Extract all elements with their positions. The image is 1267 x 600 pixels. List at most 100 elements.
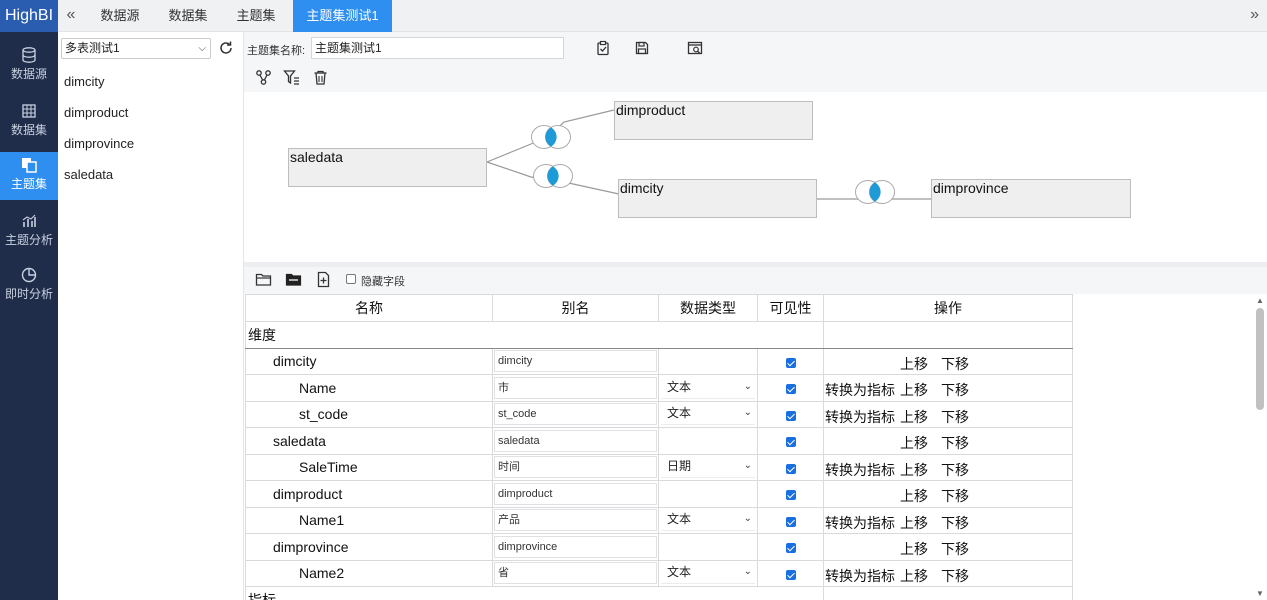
tab-subject-set-test1[interactable]: 主题集测试1 <box>293 0 392 32</box>
clipboard-check-icon[interactable] <box>595 40 611 56</box>
alias-input[interactable]: saledata <box>494 429 657 452</box>
move-down-button[interactable]: 下移 <box>941 566 969 586</box>
field-name: Name2 <box>245 559 493 587</box>
convert-to-measure-button[interactable]: 转换为指标 <box>825 407 895 427</box>
diagram-node[interactable]: dimprovince <box>931 179 1131 218</box>
data-type-select[interactable]: 文本 ⌄ <box>661 403 755 426</box>
nav-item-subject-analysis[interactable]: 主题分析 <box>0 208 58 256</box>
trash-icon[interactable] <box>312 69 329 86</box>
move-down-button[interactable]: 下移 <box>941 433 969 453</box>
file-add-icon[interactable] <box>315 271 332 288</box>
nav-item-subject-set[interactable]: 主题集 <box>0 152 58 200</box>
nav-item-datasource[interactable]: 数据源 <box>0 42 58 90</box>
alias-input[interactable]: 省 <box>494 562 657 585</box>
subject-set-name-input[interactable]: 主题集测试1 <box>311 37 564 59</box>
move-up-button[interactable]: 上移 <box>900 486 928 506</box>
move-up-button[interactable]: 上移 <box>900 407 928 427</box>
tab-dataset[interactable]: 数据集 <box>156 0 220 32</box>
move-up-button[interactable]: 上移 <box>900 354 928 374</box>
alias-cell: 市 <box>492 374 659 402</box>
move-down-button[interactable]: 下移 <box>941 486 969 506</box>
list-item[interactable]: dimcity <box>64 74 104 89</box>
data-type-select[interactable]: 文本 ⌄ <box>661 377 755 399</box>
grid-scrollbar[interactable]: ▲ ▼ <box>1253 294 1267 600</box>
alias-input[interactable]: 产品 <box>494 509 657 532</box>
chevron-down-icon: ⌄ <box>743 566 752 578</box>
visible-checkbox[interactable] <box>785 410 796 421</box>
list-item[interactable]: dimproduct <box>64 105 128 120</box>
visible-checkbox[interactable] <box>785 463 796 474</box>
move-down-button[interactable]: 下移 <box>941 407 969 427</box>
nav-item-instant-analysis[interactable]: 即时分析 <box>0 262 58 310</box>
data-type-select[interactable]: 文本 ⌄ <box>661 509 755 532</box>
field-name: Name <box>245 374 493 402</box>
move-down-button[interactable]: 下移 <box>941 380 969 400</box>
move-up-button[interactable]: 上移 <box>900 433 928 453</box>
move-up-button[interactable]: 上移 <box>900 380 928 400</box>
scroll-down-icon[interactable]: ▼ <box>1256 589 1264 598</box>
ops-cell: 转换为指标 上移 下移 <box>823 374 1073 402</box>
type-cell <box>658 533 758 561</box>
move-down-button[interactable]: 下移 <box>941 513 969 533</box>
visible-checkbox[interactable] <box>785 516 796 527</box>
type-cell: 日期 ⌄ <box>658 453 758 481</box>
list-item[interactable]: dimprovince <box>64 136 134 151</box>
alias-input[interactable]: dimcity <box>494 350 657 373</box>
alias-input[interactable]: 时间 <box>494 456 657 479</box>
tab-subject-set[interactable]: 主题集 <box>224 0 288 32</box>
alias-input[interactable]: 市 <box>494 376 657 399</box>
move-down-button[interactable]: 下移 <box>941 460 969 480</box>
inner-join-icon[interactable] <box>532 163 574 189</box>
tab-datasource[interactable]: 数据源 <box>88 0 152 32</box>
collapse-sidebar-icon[interactable]: « <box>63 0 79 32</box>
move-up-button[interactable]: 上移 <box>900 460 928 480</box>
hide-fields-checkbox[interactable] <box>346 274 356 284</box>
folder-open-icon[interactable] <box>255 271 272 288</box>
visible-checkbox[interactable] <box>785 384 796 395</box>
convert-to-measure-button[interactable]: 转换为指标 <box>825 380 895 400</box>
nav-item-dataset[interactable]: 数据集 <box>0 98 58 146</box>
expand-tabs-icon[interactable]: » <box>1250 0 1259 32</box>
convert-to-measure-button[interactable]: 转换为指标 <box>825 513 895 533</box>
visible-checkbox[interactable] <box>785 543 796 554</box>
move-up-button[interactable]: 上移 <box>900 513 928 533</box>
table-row: dimproduct dimproduct 上移 下移 <box>245 480 1073 508</box>
move-up-button[interactable]: 上移 <box>900 539 928 559</box>
move-up-button[interactable]: 上移 <box>900 566 928 586</box>
diagram-node[interactable]: dimcity <box>618 179 817 218</box>
convert-to-measure-button[interactable]: 转换为指标 <box>825 460 895 480</box>
subject-set-select[interactable]: 多表测试1 ⌵ <box>61 38 211 59</box>
move-down-button[interactable]: 下移 <box>941 539 969 559</box>
nav-label: 主题集 <box>10 177 47 191</box>
visible-checkbox[interactable] <box>785 357 796 368</box>
preview-icon[interactable] <box>687 40 703 56</box>
visible-checkbox[interactable] <box>785 569 796 580</box>
alias-cell: 省 <box>492 559 659 587</box>
inner-join-icon[interactable] <box>530 124 572 150</box>
section-row-measure: 指标 <box>245 586 1073 600</box>
subject-set-header: 主题集名称: 主题集测试1 <box>244 32 1267 63</box>
scrollbar-thumb[interactable] <box>1256 308 1264 410</box>
move-down-button[interactable]: 下移 <box>941 354 969 374</box>
inner-join-icon[interactable] <box>854 179 896 205</box>
alias-input[interactable]: st_code <box>494 403 657 426</box>
visible-checkbox[interactable] <box>785 490 796 501</box>
visible-checkbox[interactable] <box>785 437 796 448</box>
scroll-up-icon[interactable]: ▲ <box>1256 296 1264 305</box>
diagram-node[interactable]: dimproduct <box>614 101 813 140</box>
data-type-value: 文本 <box>667 565 692 580</box>
list-item[interactable]: saledata <box>64 167 113 182</box>
visible-cell <box>757 347 824 375</box>
save-icon[interactable] <box>634 40 650 56</box>
data-type-select[interactable]: 日期 ⌄ <box>661 456 755 479</box>
convert-to-measure-button[interactable]: 转换为指标 <box>825 566 895 586</box>
alias-input[interactable]: dimproduct <box>494 482 657 505</box>
folder-icon[interactable] <box>285 271 302 288</box>
alias-input[interactable]: dimprovince <box>494 535 657 558</box>
data-type-select[interactable]: 文本 ⌄ <box>661 562 755 585</box>
filter-icon[interactable] <box>283 69 300 86</box>
diagram-node[interactable]: saledata <box>288 148 487 187</box>
refresh-icon[interactable] <box>218 40 234 56</box>
relation-icon[interactable] <box>255 69 272 86</box>
visible-cell <box>757 453 824 481</box>
